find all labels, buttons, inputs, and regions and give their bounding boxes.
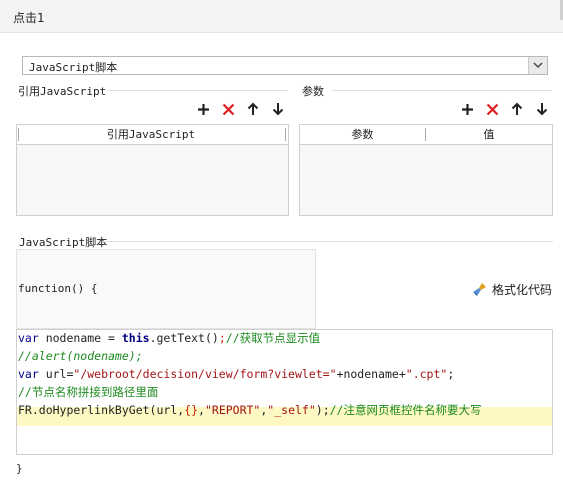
code-token: this: [121, 331, 150, 345]
ref-move-down-button[interactable]: [269, 100, 287, 118]
format-code-button[interactable]: 格式化代码: [472, 280, 552, 298]
delete-x-icon: [222, 103, 234, 115]
code-token: {}: [184, 403, 199, 417]
code-token: //注意网页框控件名称要大写: [329, 403, 482, 417]
code-token: "REPORT": [204, 403, 261, 417]
script-group-label: JavaScript脚本: [19, 236, 108, 249]
param-move-down-button[interactable]: [533, 100, 551, 118]
ref-js-group-label: 引用JavaScript: [18, 85, 107, 98]
code-line: //节点名称拼接到路径里面: [17, 384, 158, 400]
title-bar: [0, 0, 563, 33]
code-token: "_self": [267, 403, 316, 417]
params-table-header: 参数 值: [300, 125, 552, 145]
code-token: nodename =: [38, 331, 122, 345]
code-token: ;: [218, 331, 226, 345]
code-token: //获取节点显示值: [225, 331, 321, 345]
code-token: ;: [447, 367, 455, 381]
arrow-down-icon: [272, 103, 284, 116]
params-divider: [332, 90, 552, 91]
script-divider: [103, 241, 553, 242]
function-header: function() {: [18, 282, 98, 295]
code-token: //alert(nodename);: [18, 349, 143, 363]
param-delete-button[interactable]: [483, 100, 501, 118]
param-value-column-header[interactable]: 值: [426, 125, 552, 144]
plus-icon: [197, 103, 209, 115]
code-token: );: [315, 403, 330, 417]
ref-js-divider: [108, 90, 288, 91]
window-title: 点击1: [13, 11, 45, 25]
delete-x-icon: [486, 103, 498, 115]
params-table[interactable]: 参数 值: [299, 124, 553, 216]
code-token: url=: [38, 367, 74, 381]
ref-js-column-header[interactable]: 引用JavaScript: [17, 125, 285, 144]
code-token: FR.doHyperlinkByGet(url,: [18, 403, 185, 417]
code-token: var: [18, 367, 39, 381]
ref-delete-button[interactable]: [219, 100, 237, 118]
code-token: +nodename+: [336, 367, 406, 381]
arrow-down-icon: [536, 103, 548, 116]
params-group-label: 参数: [302, 85, 324, 98]
code-line: //alert(nodename);: [17, 348, 143, 364]
arrow-up-icon: [511, 102, 523, 115]
ref-js-table[interactable]: 引用JavaScript: [16, 124, 289, 216]
chevron-down-icon: [533, 62, 543, 69]
function-footer: }: [16, 462, 23, 475]
format-code-label: 格式化代码: [492, 282, 553, 297]
col-divider: [285, 128, 286, 141]
arrow-up-icon: [247, 102, 259, 115]
code-line: var url="/webroot/decision/view/form?vie…: [17, 366, 454, 382]
ref-js-toolbar: [194, 100, 287, 118]
code-token: //节点名称拼接到路径里面: [18, 385, 159, 399]
script-type-value: JavaScript脚本: [29, 61, 118, 74]
params-toolbar: [458, 100, 551, 118]
param-move-up-button[interactable]: [508, 100, 526, 118]
script-type-select[interactable]: JavaScript脚本: [22, 56, 548, 75]
plus-icon: [461, 103, 473, 115]
code-line: var nodename = this.getText();//获取节点显示值: [17, 330, 320, 346]
code-editor[interactable]: var nodename = this.getText();//获取节点显示值 /…: [16, 329, 553, 455]
code-token: "/webroot/decision/view/form?viewlet=": [73, 367, 337, 381]
ref-js-table-header: 引用JavaScript: [17, 125, 288, 145]
select-dropdown-button[interactable]: [528, 57, 547, 74]
code-token: ".cpt": [405, 367, 448, 381]
code-token: var: [18, 331, 39, 345]
code-token: ,: [198, 403, 205, 417]
broom-icon: [473, 283, 486, 296]
code-token: .getText(): [149, 331, 219, 345]
param-add-button[interactable]: [458, 100, 476, 118]
param-name-column-header[interactable]: 参数: [300, 125, 425, 144]
code-line: FR.doHyperlinkByGet(url,{},"REPORT","_se…: [17, 402, 481, 418]
ref-add-button[interactable]: [194, 100, 212, 118]
ref-move-up-button[interactable]: [244, 100, 262, 118]
